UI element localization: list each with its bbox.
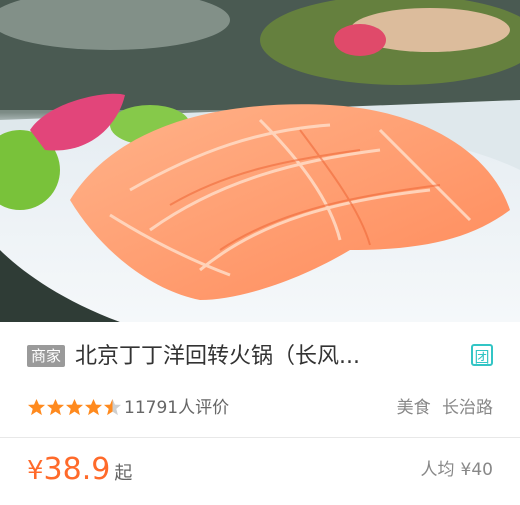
- category-label: 美食: [396, 398, 431, 418]
- group-deal-badge: 团: [471, 344, 493, 366]
- star-icon: [84, 398, 103, 416]
- salmon-photo-illustration: [0, 0, 520, 322]
- star-rating: [27, 398, 122, 418]
- currency-symbol: ¥: [27, 456, 44, 486]
- title-row: 商家 北京丁丁洋回转火锅（长风... 团: [27, 342, 493, 372]
- average-spend: 人均 ¥40: [415, 448, 493, 492]
- district-label: 长治路: [442, 398, 493, 418]
- star-icon: [46, 398, 65, 416]
- star-icon: [65, 398, 84, 416]
- average-spend-value: ¥40: [460, 460, 493, 480]
- average-spend-label: 人均: [420, 460, 455, 480]
- price-suffix: 起: [114, 463, 133, 484]
- divider: [0, 437, 520, 438]
- review-count: 11791人评价: [124, 398, 230, 418]
- rating-row: 11791人评价 美食 长治路: [27, 394, 493, 422]
- listing-card[interactable]: 商家 北京丁丁洋回转火锅（长风... 团 11791人评价 美食 长治路 ¥38…: [0, 0, 520, 505]
- listing-photo[interactable]: [0, 0, 520, 322]
- price-value: 38.9: [43, 452, 111, 487]
- merchant-badge: 商家: [27, 345, 66, 367]
- star-icon: [27, 398, 46, 416]
- category-location: 美食 长治路: [391, 394, 493, 422]
- price-row: ¥38.9 起 人均 ¥40: [27, 448, 493, 492]
- star-icon: [103, 398, 122, 416]
- deal-price: ¥38.9 起: [27, 448, 132, 493]
- shop-title[interactable]: 北京丁丁洋回转火锅（长风...: [75, 342, 455, 372]
